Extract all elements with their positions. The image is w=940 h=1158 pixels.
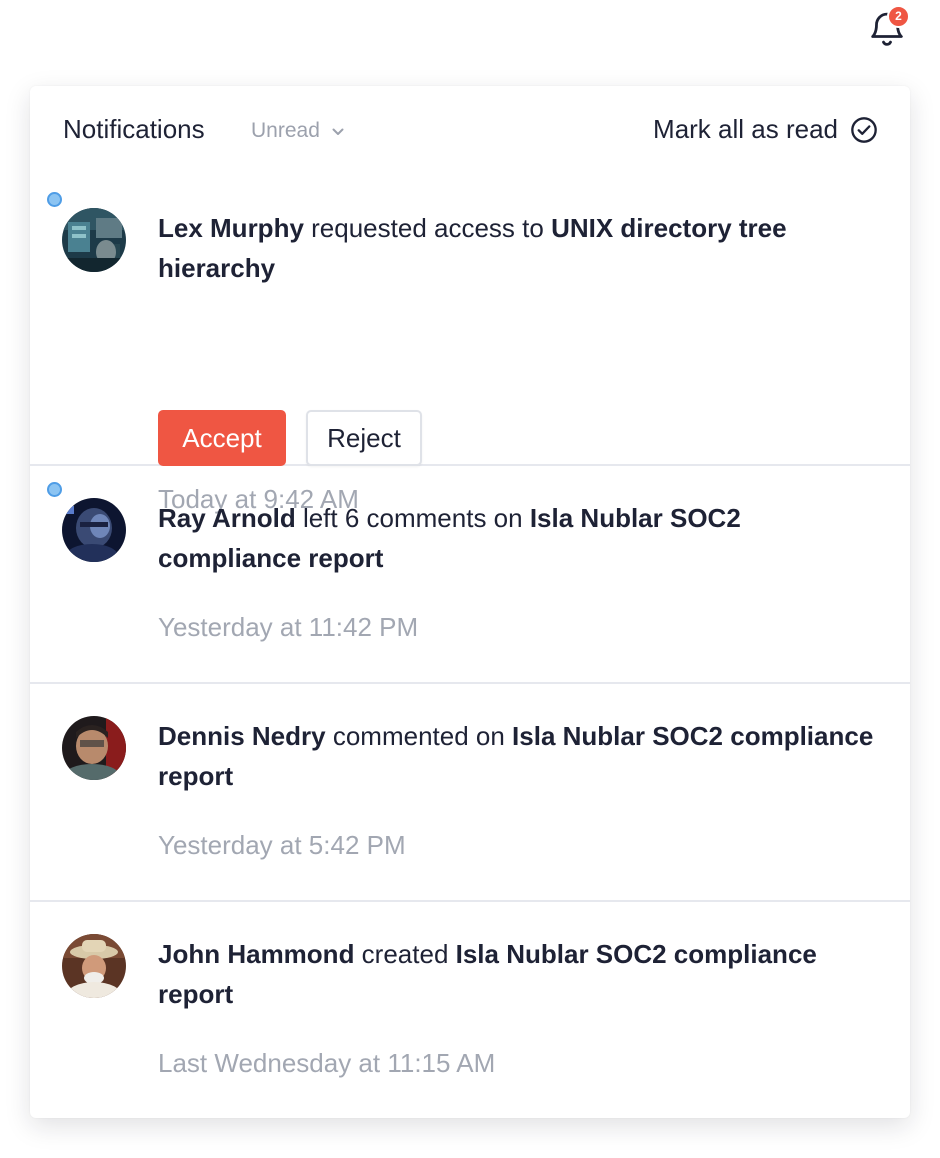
timestamp: Yesterday at 5:42 PM (158, 830, 406, 860)
notification-item[interactable]: Lex Murphy requested access to UNIX dire… (30, 176, 910, 514)
notification-item[interactable]: Ray Arnold left 6 comments on Isla Nubla… (30, 466, 910, 684)
notification-message: John Hammond created Isla Nublar SOC2 co… (158, 934, 878, 1014)
notification-message: Dennis Nedry commented on Isla Nublar SO… (158, 716, 878, 796)
filter-label: Unread (251, 119, 320, 142)
avatar (62, 716, 126, 780)
avatar (62, 498, 126, 562)
unread-count-badge: 2 (887, 5, 910, 28)
actor-name: Ray Arnold (158, 503, 296, 533)
actor-name: Dennis Nedry (158, 721, 326, 751)
unread-filter-dropdown[interactable]: Unread (251, 119, 344, 143)
actor-name: John Hammond (158, 939, 355, 969)
notification-message: Ray Arnold left 6 comments on Isla Nubla… (158, 498, 878, 578)
unread-indicator (47, 192, 62, 207)
actor-name: Lex Murphy (158, 213, 304, 243)
accept-button[interactable]: Accept (158, 410, 286, 466)
notification-message: Lex Murphy requested access to UNIX dire… (158, 208, 878, 288)
notification-item[interactable]: Dennis Nedry commented on Isla Nublar SO… (30, 684, 910, 902)
reject-button[interactable]: Reject (306, 410, 422, 466)
action-text: commented on (325, 721, 513, 751)
action-text: left 6 comments on (295, 503, 530, 533)
mark-all-read-label: Mark all as read (653, 114, 838, 144)
timestamp: Yesterday at 11:42 PM (158, 612, 419, 642)
action-text: requested access to (303, 213, 552, 243)
unread-indicator (47, 482, 62, 497)
notification-item[interactable]: John Hammond created Isla Nublar SOC2 co… (30, 902, 910, 1118)
chevron-down-icon (332, 128, 344, 135)
avatar (62, 208, 126, 272)
panel-title: Notifications (63, 114, 205, 144)
notifications-panel: Notifications Unread Mark all as read Le… (30, 86, 910, 1118)
action-text: created (354, 939, 456, 969)
avatar (62, 934, 126, 998)
panel-header: Notifications Unread Mark all as read (30, 86, 910, 176)
check-circle-icon (851, 116, 877, 143)
timestamp: Last Wednesday at 11:15 AM (158, 1048, 496, 1078)
mark-all-read-button[interactable]: Mark all as read (653, 114, 878, 145)
notifications-bell-button[interactable]: 2 (862, 4, 912, 52)
